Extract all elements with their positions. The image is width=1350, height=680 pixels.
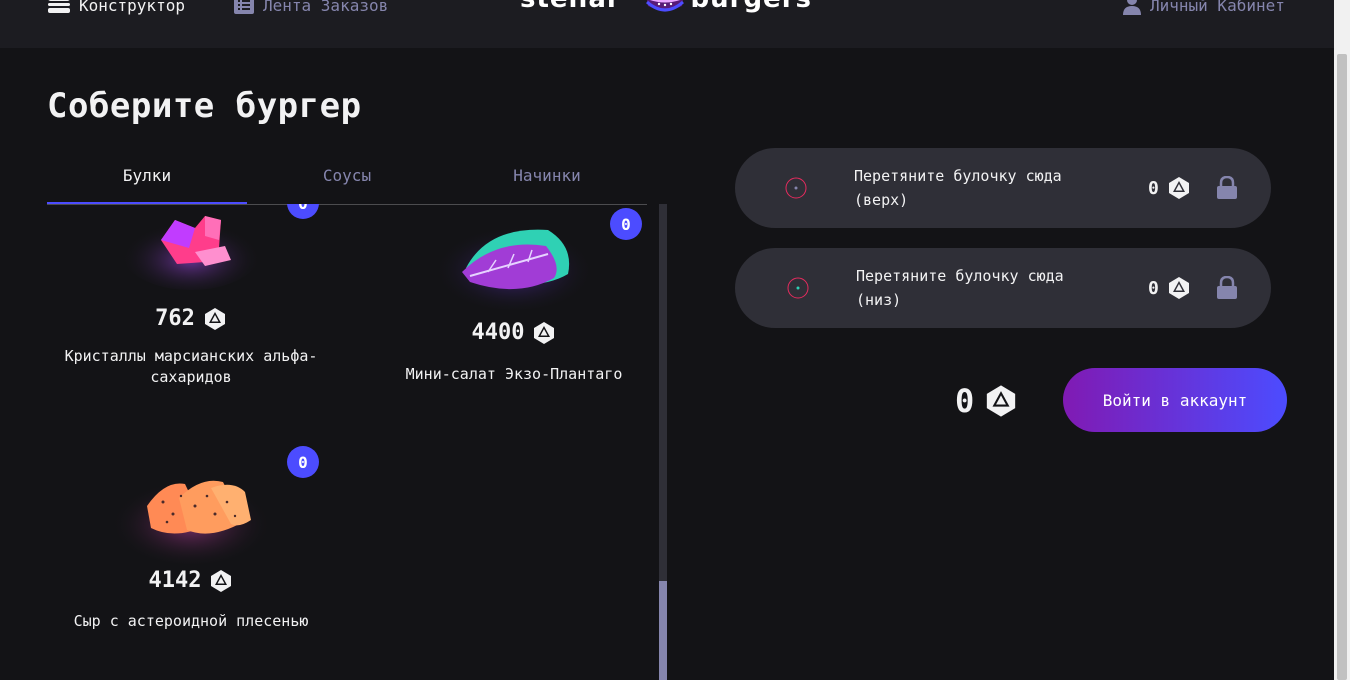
ingredient-tabs: Булки Соусы Начинки	[47, 156, 647, 205]
tab-fillings[interactable]: Начинки	[447, 156, 647, 202]
ingredient-price-value: 4400	[471, 320, 525, 345]
currency-icon	[534, 321, 555, 344]
bun-top-placeholder: Перетяните булочку сюда (верх)	[854, 167, 1062, 209]
logo-word-right: burgers	[691, 0, 813, 12]
bun-bottom-price: 0	[1148, 276, 1191, 300]
list-scrollbar-thumb[interactable]	[659, 581, 667, 680]
bun-bottom-drop-zone[interactable]: Перетяните булочку сюда (низ) 0	[735, 248, 1271, 328]
nav-constructor[interactable]: Конструктор	[47, 0, 185, 16]
app-header: Конструктор Лента Заказов stellar burger…	[0, 0, 1334, 48]
drag-target-icon	[785, 177, 807, 199]
bun-top-price-value: 0	[1148, 177, 1159, 199]
currency-icon	[1168, 277, 1189, 299]
ingredient-card[interactable]: 4400 Мини-салат Экзо-Плантаго 0	[378, 208, 650, 416]
ingredient-card[interactable]: 762 Кристаллы марсианских альфа-сахаридо…	[55, 204, 327, 410]
ingredient-price: 4142	[55, 568, 327, 593]
page-title: Соберите бургер	[47, 86, 362, 126]
ingredient-name: Кристаллы марсианских альфа-сахаридов	[64, 347, 318, 386]
ingredient-card[interactable]: 4142 Сыр с астероидной плесенью 0	[55, 446, 327, 676]
ingredient-image	[121, 214, 261, 290]
bun-bottom-price-value: 0	[1148, 277, 1159, 299]
login-button[interactable]: Войти в аккаунт	[1063, 368, 1287, 432]
nav-order-feed[interactable]: Лента Заказов	[233, 0, 388, 16]
currency-icon	[987, 385, 1016, 417]
lock-icon	[1217, 276, 1237, 299]
ingredient-image	[434, 222, 594, 310]
bun-top-drop-zone[interactable]: Перетяните булочку сюда (верх) 0	[735, 148, 1271, 228]
ingredient-count-badge: 0	[610, 208, 642, 240]
nav-profile[interactable]: Личный Кабинет	[1122, 0, 1285, 16]
tab-sauces[interactable]: Соусы	[247, 156, 447, 202]
ingredient-name: Мини-салат Экзо-Плантаго	[405, 365, 623, 383]
tab-buns[interactable]: Булки	[47, 156, 247, 204]
bun-top-price: 0	[1148, 176, 1191, 200]
page-scrollbar-thumb[interactable]	[1337, 54, 1347, 680]
lock-icon	[1217, 176, 1237, 199]
profile-icon	[1123, 0, 1141, 15]
burger-icon	[48, 0, 70, 13]
currency-icon	[204, 307, 225, 330]
ingredient-price-value: 4142	[148, 568, 202, 593]
order-total: 0	[955, 382, 1018, 420]
ingredient-price: 4400	[378, 320, 650, 345]
nav-order-feed-label: Лента Заказов	[263, 0, 389, 15]
currency-icon	[211, 569, 232, 592]
order-total-value: 0	[955, 382, 975, 420]
ingredient-name: Сыр с астероидной плесенью	[73, 612, 309, 630]
drag-target-icon	[787, 277, 809, 299]
logo-word-left: stellar	[520, 0, 621, 12]
bun-bottom-placeholder: Перетяните булочку сюда (низ)	[856, 267, 1064, 309]
ingredient-list[interactable]: 762 Кристаллы марсианских альфа-сахаридо…	[47, 204, 667, 680]
ingredient-price: 762	[55, 306, 327, 331]
ingredient-image	[111, 476, 271, 564]
list-icon	[234, 0, 254, 14]
nav-profile-label: Личный Кабинет	[1150, 0, 1285, 15]
logo-planet-icon	[646, 0, 684, 12]
currency-icon	[1168, 177, 1189, 199]
ingredient-count-badge: 0	[287, 446, 319, 478]
ingredient-price-value: 762	[155, 306, 195, 331]
nav-constructor-label: Конструктор	[79, 0, 185, 15]
logo[interactable]: stellar burgers	[520, 0, 812, 24]
